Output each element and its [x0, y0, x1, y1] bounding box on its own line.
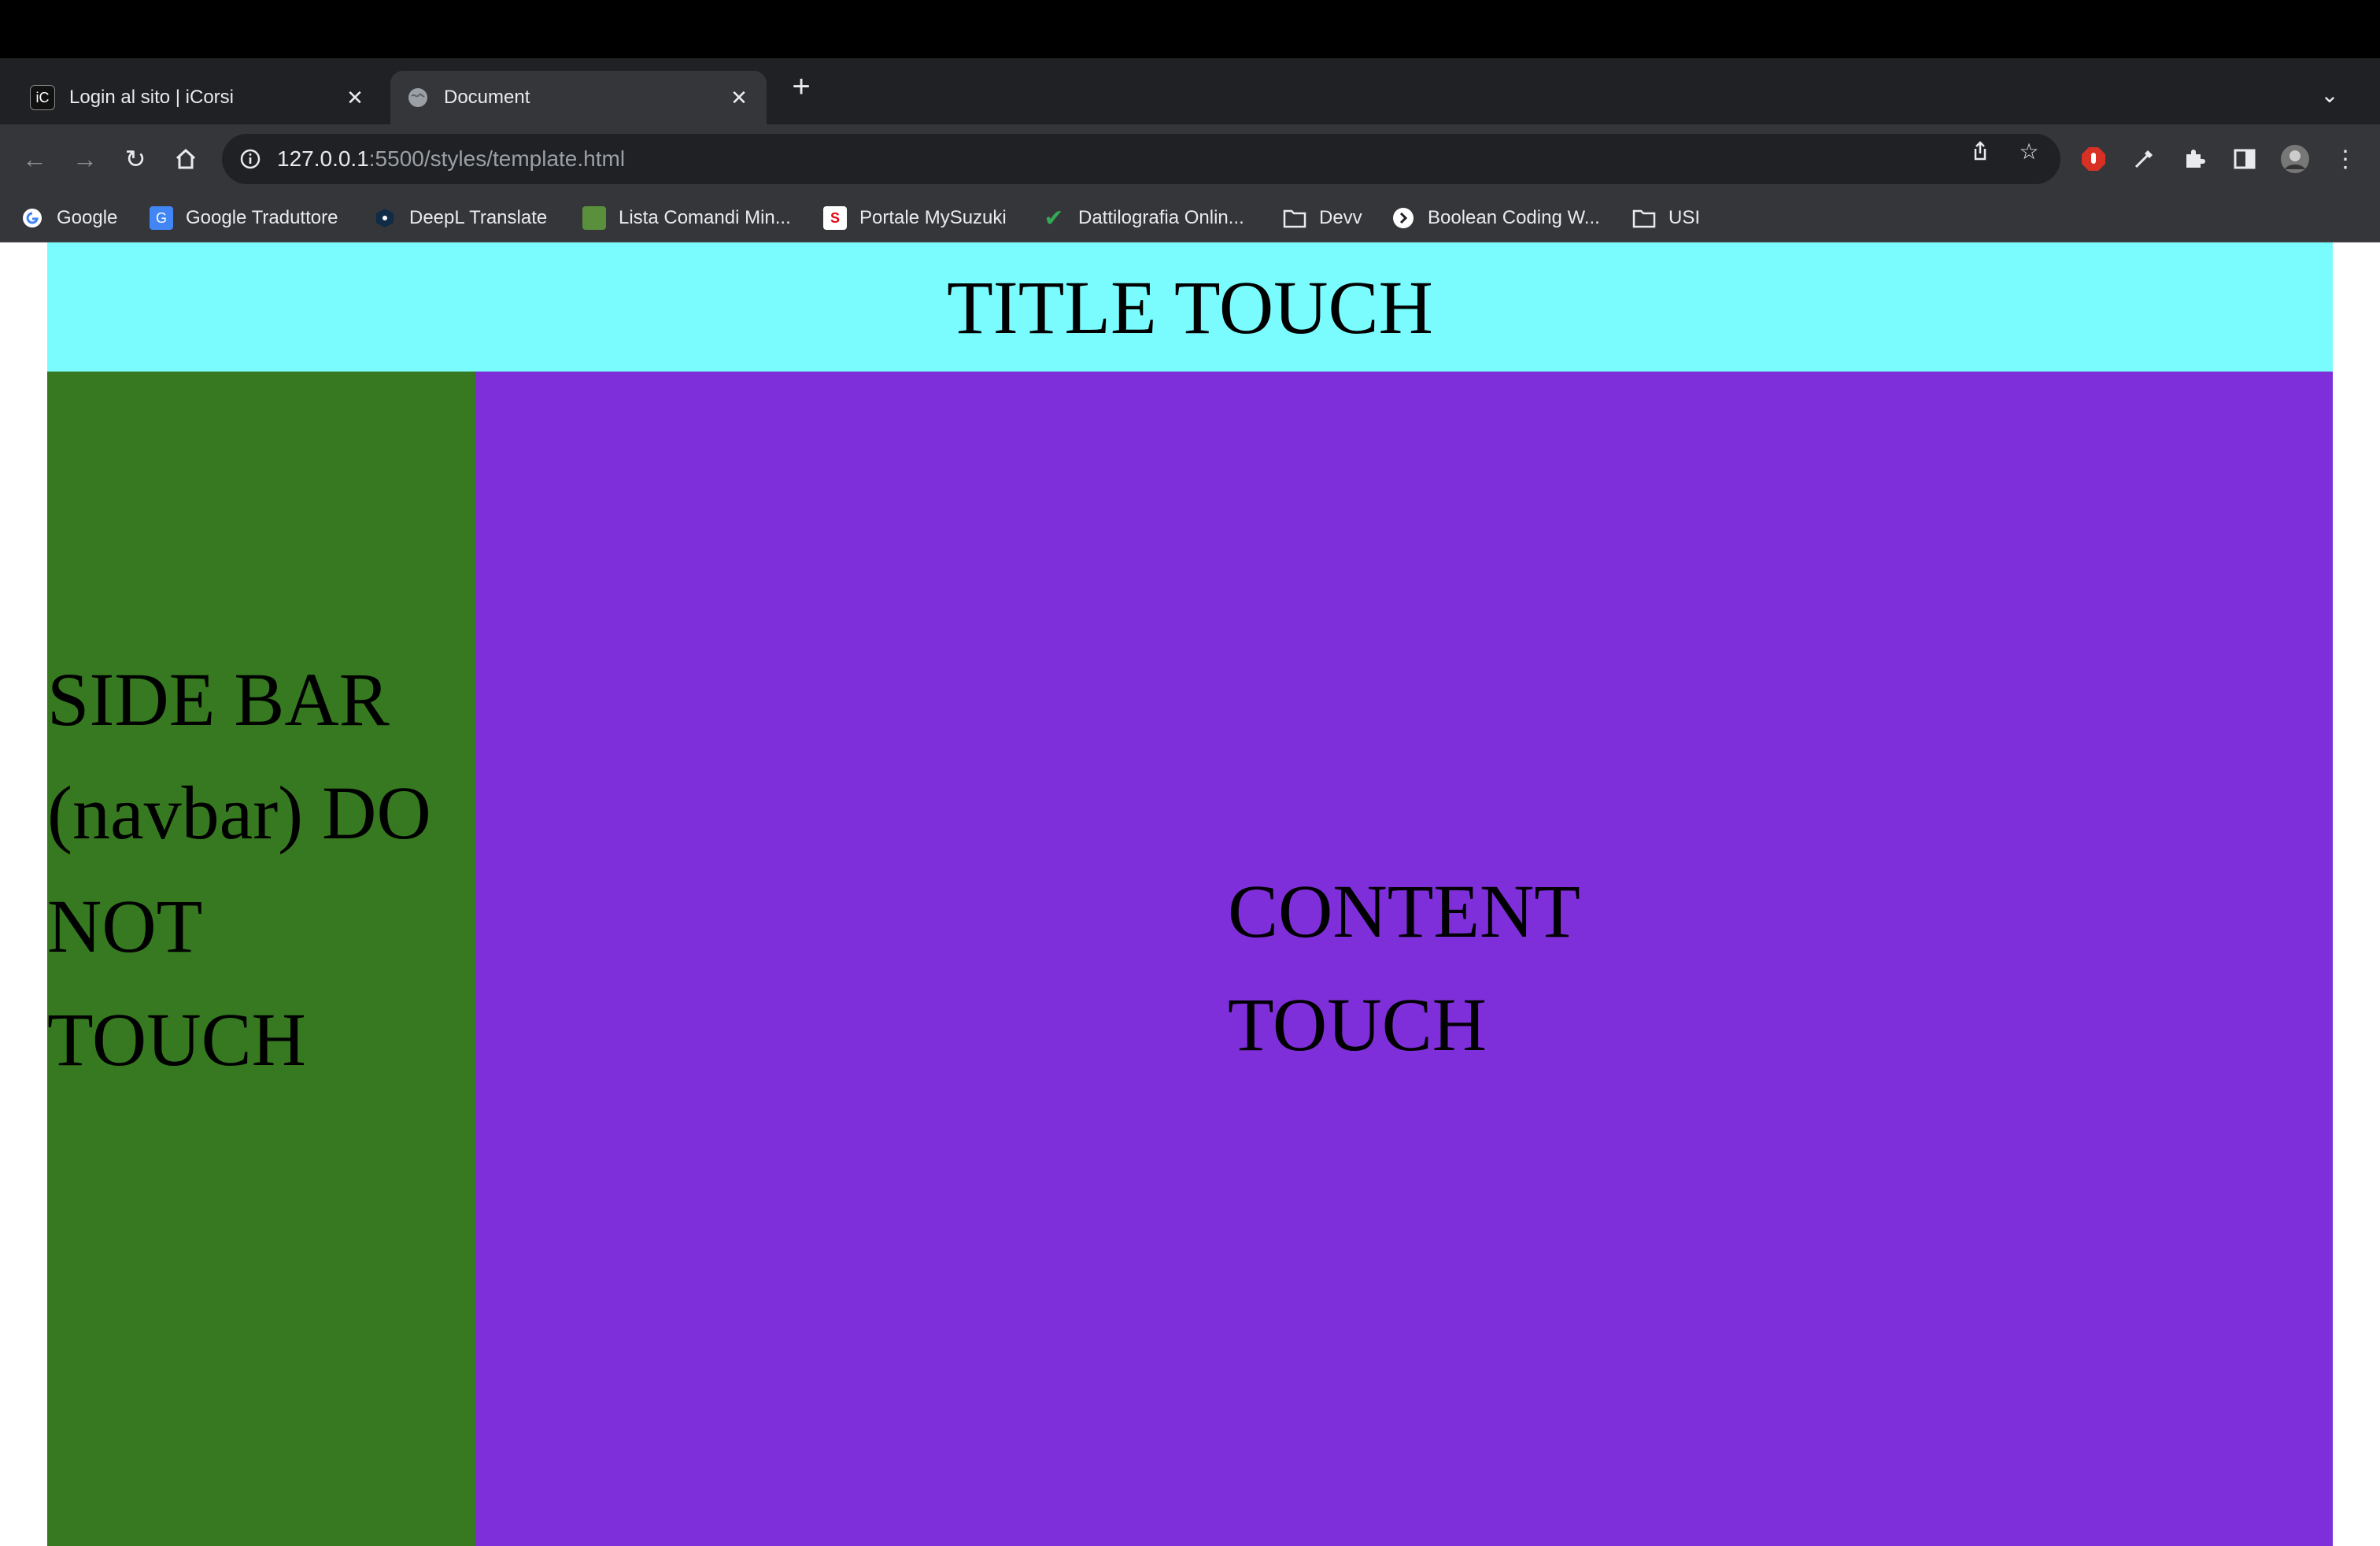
page-viewport: TITLE TOUCH SIDE BAR (navbar) DO NOT TOU… — [0, 242, 2380, 1546]
url-path: :5500/styles/template.html — [368, 146, 626, 171]
check-icon: ✔ — [1044, 205, 1064, 231]
address-bar[interactable]: 127.0.0.1:5500/styles/template.html — [222, 134, 2060, 184]
globe-icon — [406, 86, 430, 109]
translate-icon: G — [150, 206, 173, 230]
window-top-bar — [0, 0, 2380, 58]
more-menu-icon[interactable]: ⋮ — [2328, 142, 2363, 176]
side-panel-icon[interactable] — [2227, 142, 2262, 176]
folder-icon — [1632, 206, 1656, 230]
bookmark-mysuzuki[interactable]: S Portale MySuzuki — [823, 200, 1007, 236]
close-icon[interactable]: ✕ — [343, 86, 367, 109]
back-arrow-icon[interactable]: ← — [17, 142, 52, 176]
bookmark-label: Lista Comandi Min... — [619, 207, 791, 228]
google-icon — [20, 206, 44, 230]
minecraft-icon — [582, 206, 606, 230]
profile-avatar[interactable] — [2278, 142, 2312, 176]
tab-document[interactable]: Document ✕ — [390, 71, 767, 124]
tab-title: Document — [444, 87, 530, 108]
bookmark-google[interactable]: Google — [20, 200, 117, 236]
bookmark-boolean[interactable]: Boolean Coding W... — [1391, 200, 1600, 236]
bookmark-label: Devv — [1319, 207, 1362, 228]
new-tab-button[interactable]: + — [784, 69, 819, 104]
bookmark-dattilografia[interactable]: ✔ Dattilografia Onlin... — [1042, 200, 1244, 236]
boolean-icon — [1391, 206, 1415, 230]
tab-title: Login al sito | iCorsi — [69, 87, 234, 108]
reload-icon[interactable]: ↻ — [118, 142, 153, 176]
bookmark-label: DeepL Translate — [409, 207, 548, 228]
folder-icon — [1283, 206, 1306, 230]
eyedropper-extension-icon[interactable] — [2127, 142, 2161, 176]
bookmark-label: Google Traduttore — [186, 207, 338, 228]
icorsi-favicon: iC — [30, 85, 55, 110]
bookmark-lista-comandi[interactable]: Lista Comandi Min... — [582, 200, 791, 236]
sidebar-text: SIDE BAR (navbar) DO NOT TOUCH — [47, 657, 431, 1082]
bookmark-google-traduttore[interactable]: G Google Traduttore — [150, 200, 338, 236]
suzuki-icon: S — [823, 206, 847, 230]
bookmark-folder-devv[interactable]: Devv — [1283, 200, 1362, 236]
sidebar: SIDE BAR (navbar) DO NOT TOUCH — [47, 372, 476, 1546]
bookmark-label: USI — [1669, 207, 1701, 228]
bookmarks-bar: Google G Google Traduttore DeepL Transla… — [0, 194, 2380, 242]
bookmark-label: Portale MySuzuki — [859, 207, 1007, 228]
page-title: TITLE TOUCH — [947, 264, 1433, 350]
browser-toolbar: ← → ↻ 127.0.0.1:5500/styles/template.htm… — [0, 124, 2380, 194]
share-icon[interactable] — [1966, 137, 1994, 165]
url-text[interactable]: 127.0.0.1:5500/styles/template.html — [277, 146, 625, 172]
info-icon[interactable] — [238, 146, 263, 172]
bookmark-folder-usi[interactable]: USI — [1632, 200, 1700, 236]
tab-login-icorsi[interactable]: iC Login al sito | iCorsi ✕ — [14, 71, 382, 124]
bookmark-label: Boolean Coding W... — [1428, 207, 1600, 228]
main-content: CONTENT TOUCH — [476, 372, 2333, 1546]
bookmark-deepl[interactable]: DeepL Translate — [373, 200, 547, 236]
deepl-icon — [373, 206, 397, 230]
close-icon[interactable]: ✕ — [727, 86, 751, 109]
url-host: 127.0.0.1 — [277, 146, 369, 171]
extensions-puzzle-icon[interactable] — [2177, 142, 2212, 176]
home-icon[interactable] — [168, 142, 203, 176]
bookmark-label: Dattilografia Onlin... — [1078, 207, 1244, 228]
bookmark-star-icon[interactable]: ☆ — [2015, 137, 2043, 165]
content-text: CONTENT TOUCH — [1228, 869, 1580, 1067]
bookmark-label: Google — [57, 207, 118, 228]
forward-arrow-icon[interactable]: → — [68, 142, 102, 176]
tab-search-chevron-icon[interactable]: ⌄ — [2314, 79, 2345, 110]
page-header: TITLE TOUCH — [47, 242, 2333, 372]
tab-strip: iC Login al sito | iCorsi ✕ Document ✕ — [0, 58, 2380, 124]
adblock-extension-icon[interactable] — [2076, 142, 2111, 176]
